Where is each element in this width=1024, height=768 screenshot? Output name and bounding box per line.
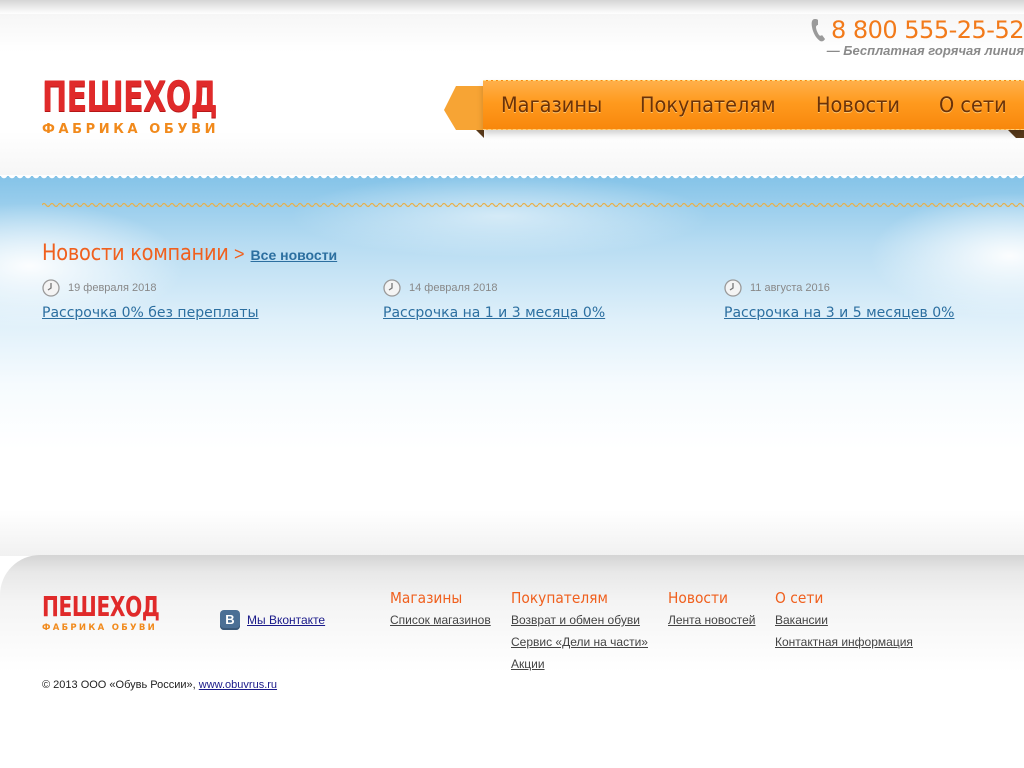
footer-logo[interactable]: ПЕШЕХОД ФАБРИКА ОБУВИ [42, 590, 205, 634]
clock-icon [42, 279, 60, 297]
footer-logo-wordmark: ПЕШЕХОД [42, 590, 160, 623]
footer-logo-tagline: ФАБРИКА ОБУВИ [42, 623, 158, 633]
footer-link-installments[interactable]: Сервис «Дели на части» [511, 631, 648, 653]
clock-icon [724, 279, 742, 297]
scalloped-edge [0, 176, 1024, 180]
logo-tagline: ФАБРИКА ОБУВИ [42, 122, 220, 137]
chevron-right-icon: > [234, 244, 245, 264]
footer-link-news-feed[interactable]: Лента новостей [668, 609, 756, 631]
footer-link-contacts[interactable]: Контактная информация [775, 631, 913, 653]
nav-item-customers[interactable]: Покупателям [640, 93, 776, 117]
wavy-divider [42, 200, 1024, 210]
news-section-title: Новости компании [42, 241, 229, 266]
hotline-phone: 8 800 555-25-52 [809, 14, 1024, 46]
footer-column-stores: Магазины Список магазинов [390, 589, 491, 631]
footer-link-store-list[interactable]: Список магазинов [390, 609, 491, 631]
news-date: 14 февраля 2018 [409, 282, 498, 294]
vk-link[interactable]: Мы Вконтакте [247, 613, 325, 627]
news-item: 14 февраля 2018 Рассрочка на 1 и 3 месяц… [383, 279, 605, 321]
nav-item-news[interactable]: Новости [816, 93, 900, 117]
vk-block: В Мы Вконтакте [220, 610, 325, 630]
ribbon-left-end [444, 86, 484, 138]
copyright-site-link[interactable]: www.obuvrus.ru [199, 679, 277, 691]
news-link[interactable]: Рассрочка на 1 и 3 месяца 0% [383, 305, 605, 321]
footer-column-about: О сети Вакансии Контактная информация [775, 589, 913, 653]
top-shadow [0, 0, 1024, 14]
news-link[interactable]: Рассрочка на 3 и 5 месяцев 0% [724, 305, 954, 321]
news-date: 11 августа 2016 [750, 282, 830, 294]
footer-column-title[interactable]: Покупателям [511, 589, 637, 607]
footer-column-title[interactable]: Новости [668, 589, 749, 607]
content-sky-background [0, 176, 1024, 556]
logo-wordmark: ПЕШЕХОД [42, 72, 218, 121]
news-item: 11 августа 2016 Рассрочка на 3 и 5 месяц… [724, 279, 954, 321]
footer-column-title[interactable]: Магазины [390, 589, 483, 607]
news-date-row: 11 августа 2016 [724, 279, 954, 297]
copyright-text: © 2013 ООО «Обувь России», [42, 679, 196, 691]
phone-number[interactable]: 8 800 555-25-52 [831, 16, 1024, 44]
footer-column-news: Новости Лента новостей [668, 589, 756, 631]
news-item: 19 февраля 2018 Рассрочка 0% без перепла… [42, 279, 259, 321]
nav-item-about[interactable]: О сети [939, 93, 1007, 117]
nav-item-stores[interactable]: Магазины [501, 93, 602, 117]
footer-link-vacancies[interactable]: Вакансии [775, 609, 913, 631]
footer-column-title[interactable]: О сети [775, 589, 902, 607]
clock-icon [383, 279, 401, 297]
footer-link-promos[interactable]: Акции [511, 653, 648, 675]
all-news-link[interactable]: Все новости [251, 247, 338, 263]
news-date-row: 14 февраля 2018 [383, 279, 605, 297]
vk-icon[interactable]: В [220, 610, 240, 630]
news-section-header: Новости компании > Все новости [42, 241, 337, 266]
phone-icon [811, 19, 825, 42]
news-date-row: 19 февраля 2018 [42, 279, 259, 297]
news-link[interactable]: Рассрочка 0% без переплаты [42, 305, 259, 321]
news-date: 19 февраля 2018 [68, 282, 157, 294]
footer-column-customers: Покупателям Возврат и обмен обуви Сервис… [511, 589, 648, 675]
site-logo[interactable]: ПЕШЕХОД ФАБРИКА ОБУВИ [42, 72, 285, 138]
footer-link-returns[interactable]: Возврат и обмен обуви [511, 609, 648, 631]
hotline-caption: — Бесплатная горячая линия [826, 43, 1024, 58]
main-nav: Магазины Покупателям Новости О сети [483, 80, 1024, 130]
copyright: © 2013 ООО «Обувь России», www.obuvrus.r… [42, 679, 277, 691]
